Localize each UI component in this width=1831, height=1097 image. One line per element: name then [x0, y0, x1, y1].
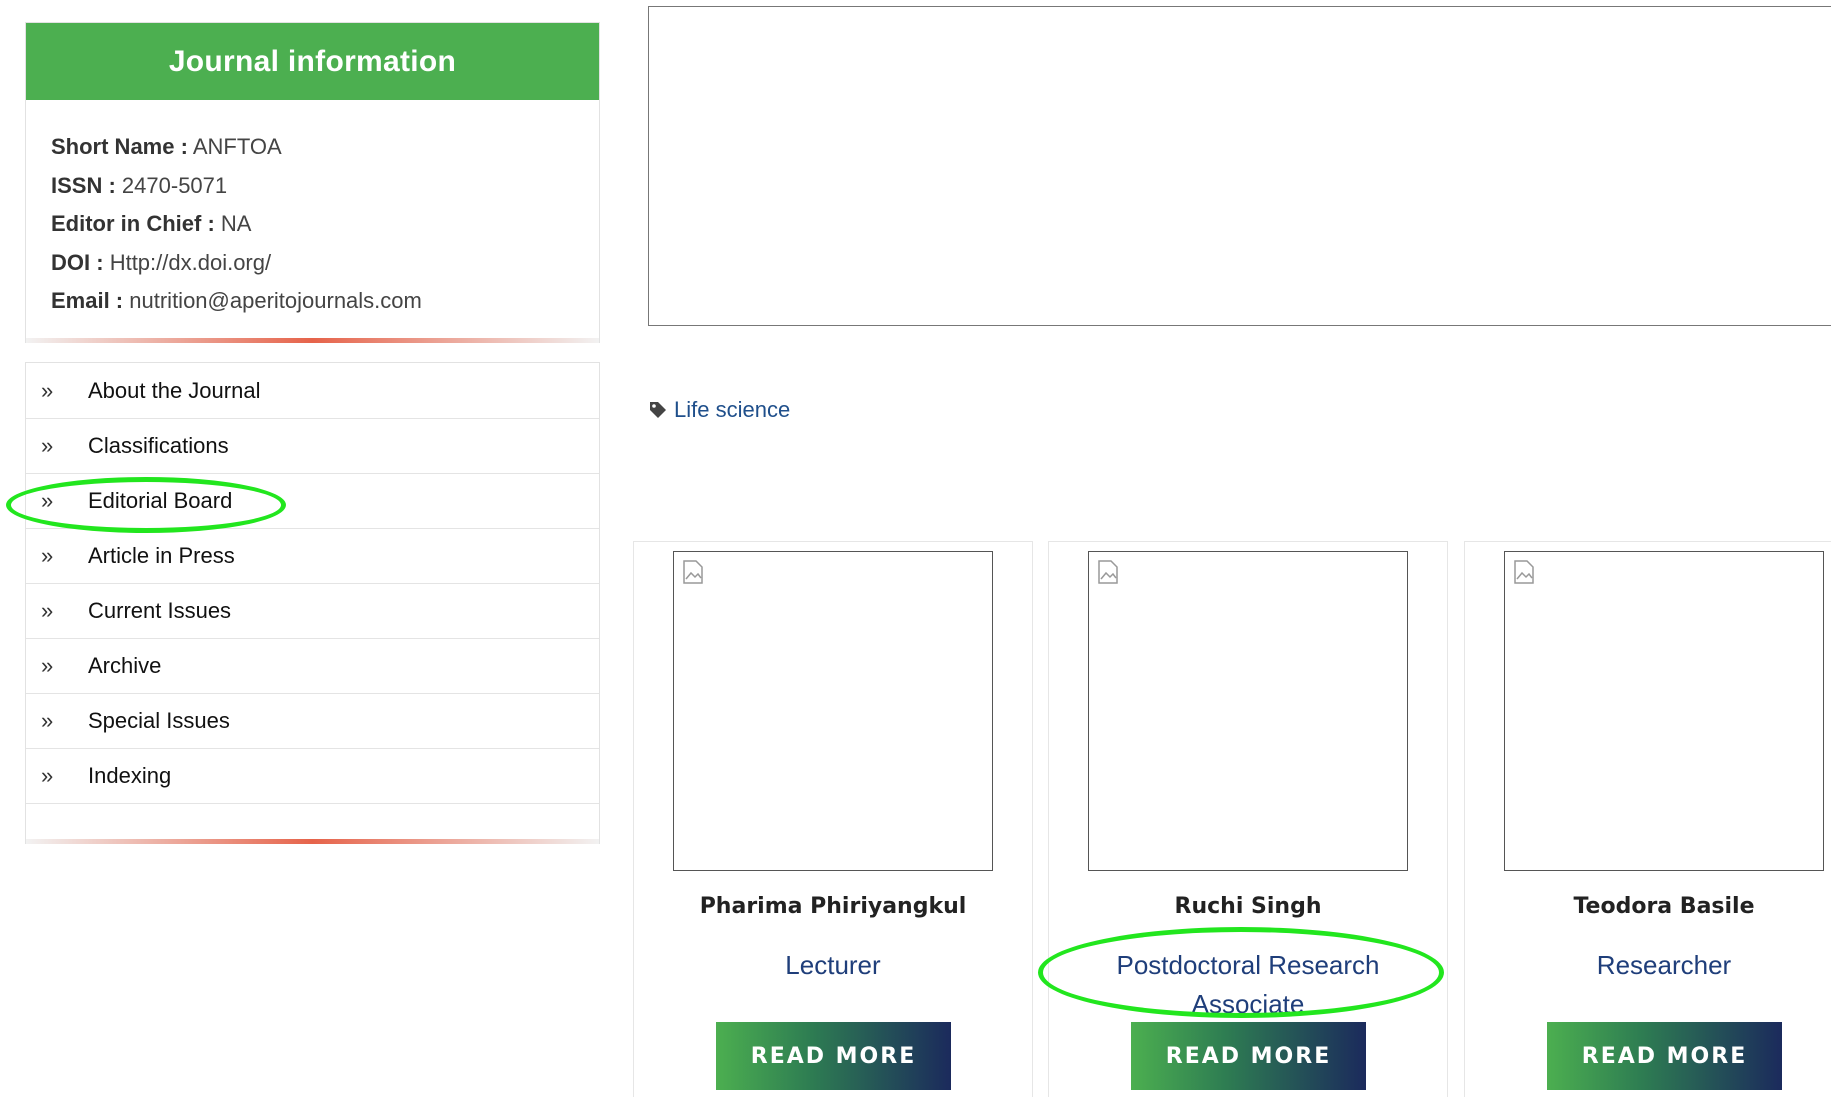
tag-icon: [650, 402, 666, 418]
video-embed-frame[interactable]: [648, 6, 1831, 326]
info-value: NA: [220, 211, 252, 236]
info-row-issn: ISSN : 2470-5071: [51, 167, 599, 206]
nav-item-label: Indexing: [88, 763, 172, 788]
member-photo: [1088, 551, 1408, 871]
info-label: Short Name :: [51, 134, 188, 159]
member-role: Researcher: [1596, 950, 1732, 980]
nav-item-archive[interactable]: » Archive: [26, 639, 599, 694]
accent-bar: [26, 839, 599, 844]
member-role: Lecturer: [785, 950, 881, 980]
page: Journal information Short Name : ANFTOA …: [0, 0, 1831, 1097]
double-chevron-right-icon: »: [41, 377, 54, 403]
nav-item-editorial-board[interactable]: » Editorial Board: [26, 474, 599, 529]
member-card: Teodora Basile Researcher READ MORE: [1464, 541, 1831, 1097]
journal-info-title: Journal information: [26, 23, 599, 100]
nav-item-label: Editorial Board: [88, 488, 233, 513]
double-chevron-right-icon: »: [41, 763, 54, 788]
info-value: nutrition@aperitojournals.com: [129, 288, 422, 313]
nav-item-special-issues[interactable]: » Special Issues: [26, 694, 599, 749]
info-row-short-name: Short Name : ANFTOA: [51, 128, 599, 167]
nav-item-label: Classifications: [88, 433, 229, 458]
read-more-button[interactable]: READ MORE: [716, 1022, 951, 1090]
broken-image-icon: [683, 560, 703, 584]
member-name: Pharima Phiriyangkul: [699, 894, 967, 919]
nav-item-label: Archive: [88, 653, 162, 678]
double-chevron-right-icon: »: [41, 708, 54, 733]
read-more-button[interactable]: READ MORE: [1547, 1022, 1782, 1090]
nav-item-classifications[interactable]: » Classifications: [26, 419, 599, 474]
member-card: Pharima Phiriyangkul Lecturer READ MORE: [633, 541, 1033, 1097]
info-value: 2470-5071: [121, 172, 228, 198]
nav-item-label: About the Journal: [88, 377, 261, 403]
double-chevron-right-icon: »: [41, 433, 54, 458]
info-label: DOI :: [51, 249, 104, 275]
member-photo: [673, 551, 993, 871]
double-chevron-right-icon: »: [41, 543, 54, 568]
broken-image-icon: [1514, 560, 1534, 584]
nav-item-label: Article in Press: [88, 543, 235, 568]
nav-item-label: Current Issues: [88, 598, 232, 623]
info-label: ISSN :: [51, 172, 116, 198]
info-value: ANFTOA: [192, 134, 282, 159]
read-more-button[interactable]: READ MORE: [1131, 1022, 1366, 1090]
journal-info-rows: Short Name : ANFTOA ISSN : 2470-5071 Edi…: [26, 100, 599, 321]
tag-label: Life science: [674, 397, 791, 422]
tag-link-life-science[interactable]: Life science: [648, 397, 790, 423]
nav-item-indexing[interactable]: » Indexing: [26, 749, 599, 804]
member-name: Ruchi Singh: [1174, 894, 1322, 919]
info-row-doi: DOI : Http://dx.doi.org/: [51, 244, 599, 283]
info-label: Email :: [51, 288, 124, 313]
member-photo: [1504, 551, 1824, 871]
nav-item-article-in-press[interactable]: » Article in Press: [26, 529, 599, 584]
member-name: Teodora Basile: [1573, 894, 1755, 919]
info-label: Editor in Chief :: [51, 211, 215, 236]
nav-item-label: Special Issues: [88, 708, 230, 733]
accent-bar: [26, 338, 599, 343]
double-chevron-right-icon: »: [41, 488, 54, 513]
info-row-email: Email : nutrition@aperitojournals.com: [51, 282, 599, 321]
double-chevron-right-icon: »: [41, 653, 54, 678]
journal-info-card: Journal information Short Name : ANFTOA …: [25, 22, 600, 343]
member-role: Postdoctoral Research Associate: [1116, 950, 1380, 1019]
nav-item-current-issues[interactable]: » Current Issues: [26, 584, 599, 639]
info-value: Http://dx.doi.org/: [109, 249, 272, 275]
nav-item-about[interactable]: » About the Journal: [26, 363, 599, 419]
double-chevron-right-icon: »: [41, 598, 54, 623]
journal-nav-menu: » About the Journal » Classifications » …: [25, 362, 600, 844]
member-card: Ruchi Singh Postdoctoral Research Associ…: [1048, 541, 1448, 1097]
info-row-editor: Editor in Chief : NA: [51, 205, 599, 244]
broken-image-icon: [1098, 560, 1118, 584]
